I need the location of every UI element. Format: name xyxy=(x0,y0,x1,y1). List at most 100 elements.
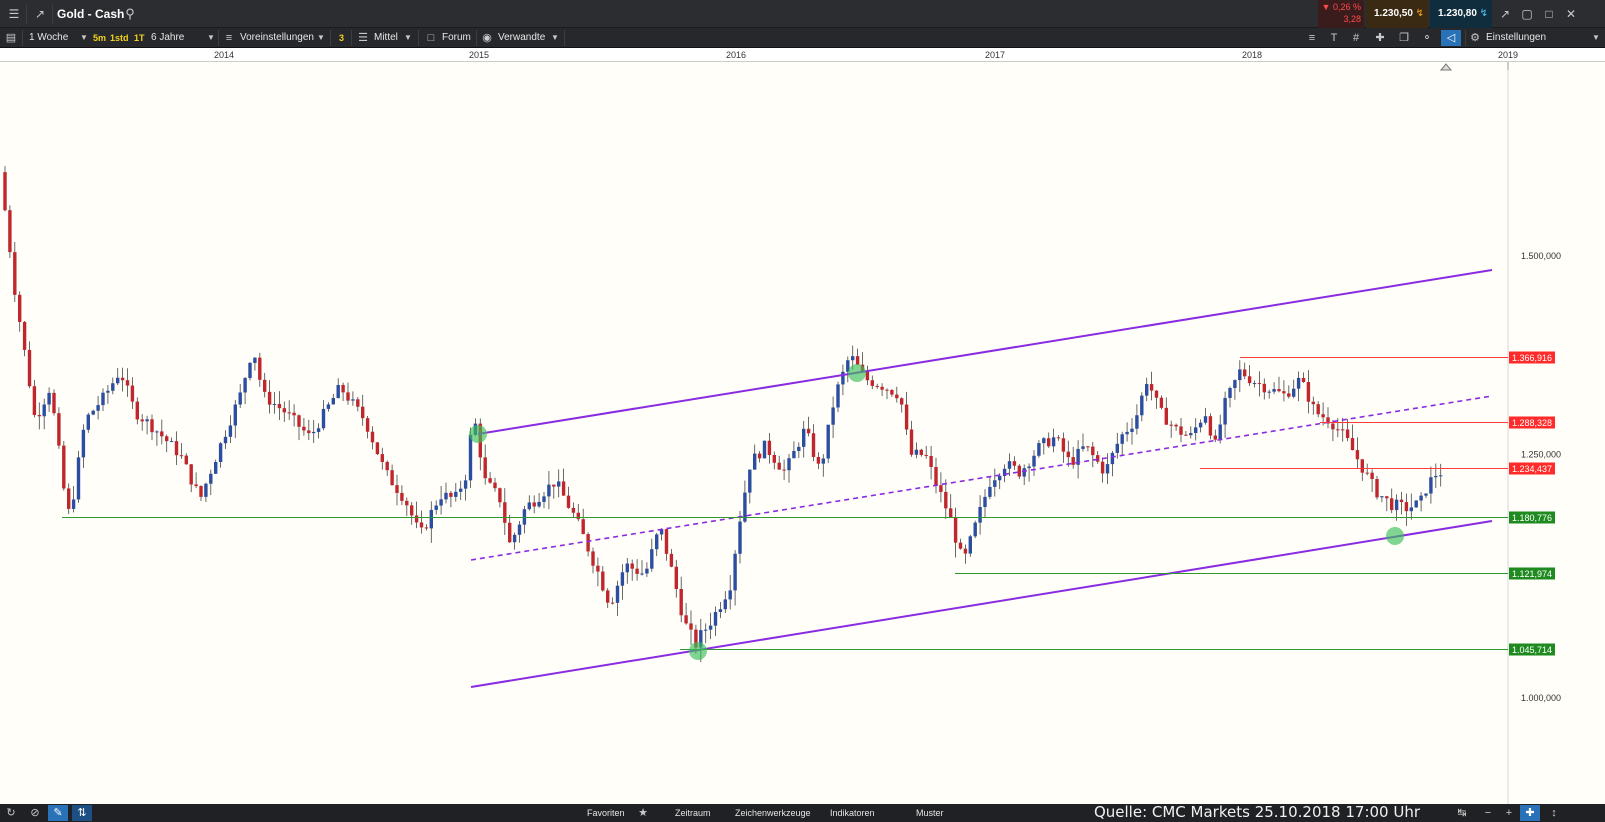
bid-button[interactable]: 1.230,50 ↯ xyxy=(1366,0,1428,28)
candle-body xyxy=(914,449,919,455)
candle-body xyxy=(439,499,443,506)
candle-body xyxy=(855,356,860,365)
presets-caret-icon[interactable]: ▼ xyxy=(317,28,325,48)
candle-body xyxy=(753,453,757,470)
layers-icon[interactable]: ❐ xyxy=(1396,28,1412,48)
range-select[interactable]: 6 Jahre xyxy=(151,28,184,48)
refresh-icon[interactable]: ↻ xyxy=(4,804,18,822)
maximize-icon[interactable]: □ xyxy=(1540,0,1558,28)
chart-line-icon[interactable]: ↗ xyxy=(30,0,50,28)
related-caret-icon[interactable]: ▼ xyxy=(551,28,559,48)
drawing-tools-tab[interactable]: Zeichenwerkzeuge xyxy=(735,804,811,822)
settings-gear-icon[interactable]: ⚙ xyxy=(1468,28,1482,48)
candle-body xyxy=(566,495,571,508)
candle-body xyxy=(76,457,81,500)
crosshair-icon[interactable]: ✚ xyxy=(1372,28,1388,48)
candle-body xyxy=(1350,438,1355,451)
crosshair-mode-icon[interactable]: ✚ xyxy=(1520,805,1540,821)
forum-button[interactable]: Forum xyxy=(442,28,471,48)
candle-body xyxy=(233,404,237,426)
style-select[interactable]: Mittel xyxy=(374,28,398,48)
interval-select[interactable]: 1 Woche xyxy=(29,28,68,48)
settings-caret-icon[interactable]: ▼ xyxy=(1592,28,1600,48)
indicators-tab[interactable]: Indikatoren xyxy=(830,804,875,822)
candle-body xyxy=(1394,499,1399,511)
line-width-value[interactable]: 3 xyxy=(339,28,344,48)
ask-button[interactable]: 1.230,80 ↯ xyxy=(1430,0,1492,28)
candle-body xyxy=(1125,431,1129,435)
candle-body xyxy=(1243,369,1247,377)
candle-body xyxy=(934,466,938,486)
star-icon[interactable]: ★ xyxy=(637,804,649,822)
candle-body xyxy=(757,453,762,459)
related-menu[interactable]: Verwandte xyxy=(498,28,545,48)
popout-icon[interactable]: ▢ xyxy=(1518,0,1536,28)
close-icon[interactable]: ✕ xyxy=(1562,0,1580,28)
chart-canvas[interactable]: 1.366,916 1.288,328 1.234,437 1.180,776 1.12… xyxy=(0,62,1605,804)
forum-icon[interactable]: □ xyxy=(424,28,438,48)
presets-menu[interactable]: Voreinstellungen xyxy=(240,28,314,48)
quick-1std-button[interactable]: 1std xyxy=(110,28,129,48)
candle-body xyxy=(135,401,139,420)
interval-caret-icon[interactable]: ▼ xyxy=(80,28,88,48)
candle-body xyxy=(223,436,228,444)
candle-body xyxy=(816,456,821,464)
sidebar-toggle-icon[interactable]: ▤ xyxy=(3,28,19,48)
candle-body xyxy=(944,491,948,509)
candle-body xyxy=(414,515,419,523)
candle-body xyxy=(640,573,644,575)
candle-body xyxy=(1218,424,1222,440)
pencil-icon[interactable]: ✎ xyxy=(48,805,68,821)
pin-icon[interactable]: ⚬ xyxy=(1419,28,1435,48)
zoom-out-icon[interactable]: − xyxy=(1481,804,1495,822)
favorites-tab[interactable]: Favoriten xyxy=(587,804,625,822)
text-tool-icon[interactable]: T xyxy=(1326,28,1342,48)
candle-body xyxy=(557,481,561,487)
magnet-icon[interactable]: ⇅ xyxy=(72,805,92,821)
cursor-mode-icon[interactable]: ◁ xyxy=(1441,30,1461,46)
candle-body xyxy=(1331,423,1335,430)
grid-icon[interactable]: # xyxy=(1348,28,1364,48)
price-axis-label: 1.250,000 xyxy=(1521,450,1561,460)
quick-5m-button[interactable]: 5m xyxy=(93,28,106,48)
candle-body xyxy=(116,377,120,384)
period-tab[interactable]: Zeitraum xyxy=(675,804,711,822)
level-price-label: 1.045,714 xyxy=(1512,645,1552,655)
style-caret-icon[interactable]: ▼ xyxy=(404,28,412,48)
candle-body xyxy=(459,488,463,492)
candle-body xyxy=(777,462,781,470)
quick-1t-button[interactable]: 1T xyxy=(134,28,145,48)
minimize-icon[interactable]: ↗ xyxy=(1496,0,1514,28)
presets-icon[interactable]: ≡ xyxy=(222,28,236,48)
candle-body xyxy=(1100,461,1105,474)
candle-body xyxy=(47,392,51,405)
zoom-in-icon[interactable]: + xyxy=(1502,804,1516,822)
candle-body xyxy=(586,534,590,552)
settings-menu[interactable]: Einstellungen xyxy=(1486,28,1546,48)
candle-body xyxy=(194,484,198,487)
zoom-reset-icon[interactable]: ↹ xyxy=(1455,804,1469,822)
candle-body xyxy=(669,553,674,567)
candle-body xyxy=(297,415,301,427)
candle-body xyxy=(1399,499,1404,503)
search-icon[interactable]: ⚲ xyxy=(122,0,138,28)
candle-body xyxy=(787,458,791,471)
year-label: 2019 xyxy=(1497,50,1519,60)
candle-body xyxy=(508,522,512,543)
price-chart[interactable]: 1.366,916 1.288,328 1.234,437 1.180,776 1.12… xyxy=(0,62,1605,804)
instrument-title[interactable]: Gold - Cash xyxy=(57,0,124,28)
fit-icon[interactable]: ↕ xyxy=(1547,804,1561,822)
style-icon[interactable]: ☰ xyxy=(356,28,370,48)
align-icon[interactable]: ≡ xyxy=(1304,28,1320,48)
candle-body xyxy=(630,563,634,569)
cancel-icon[interactable]: ⊘ xyxy=(28,804,42,822)
candle-body xyxy=(1424,493,1428,496)
candle-body xyxy=(1316,404,1320,415)
related-icon[interactable]: ◉ xyxy=(480,28,494,48)
candle-body xyxy=(684,615,688,624)
candle-body xyxy=(326,404,331,409)
range-caret-icon[interactable]: ▼ xyxy=(207,28,215,48)
menu-icon[interactable]: ☰ xyxy=(4,0,24,28)
patterns-tab[interactable]: Muster xyxy=(916,804,944,822)
candle-body xyxy=(1345,429,1350,439)
